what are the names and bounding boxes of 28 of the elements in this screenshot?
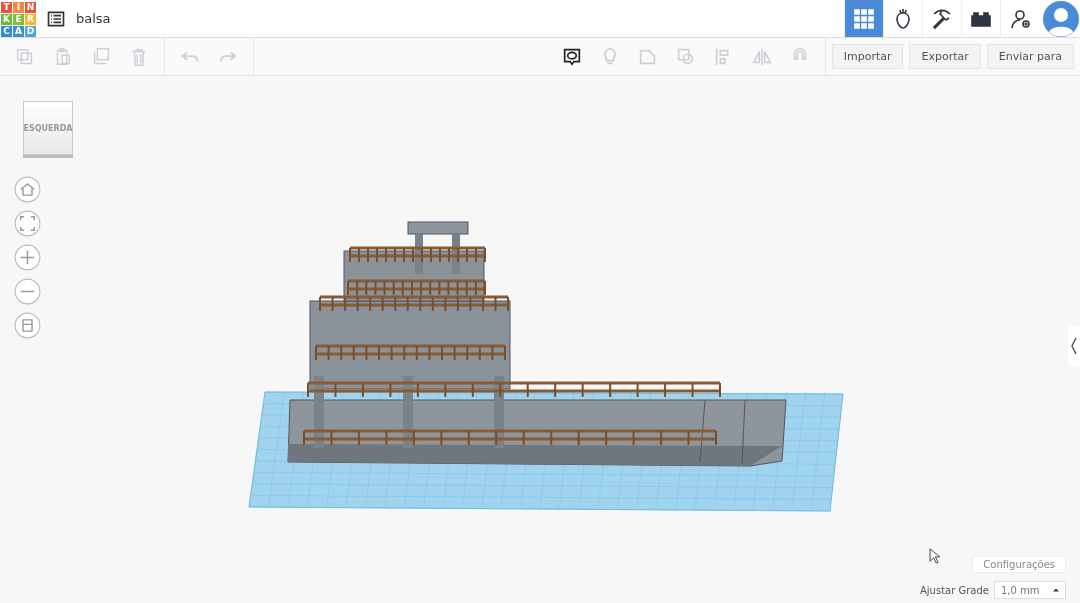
- logo-letter: R: [25, 13, 36, 25]
- zoom-in-icon[interactable]: [14, 244, 41, 271]
- action-button[interactable]: Enviar para: [986, 44, 1074, 69]
- logo-letter: N: [25, 1, 36, 13]
- zoom-out-icon[interactable]: [14, 278, 41, 305]
- home-icon[interactable]: [14, 176, 41, 203]
- snap-grid-dropdown[interactable]: 1,0 mm: [994, 581, 1066, 599]
- logo-letter: T: [1, 1, 12, 13]
- logo[interactable]: T I N K E R C A D: [1, 1, 36, 37]
- avatar-icon[interactable]: [1043, 0, 1079, 37]
- action-button[interactable]: Exportar: [909, 44, 981, 69]
- settings-button[interactable]: Configurações: [972, 556, 1066, 573]
- logo-letter: D: [25, 25, 36, 37]
- action-button[interactable]: Importar: [831, 44, 904, 69]
- logo-letter: C: [1, 25, 12, 37]
- grid-icon: [852, 6, 876, 31]
- mouse-cursor-icon: [929, 548, 940, 564]
- ortho-icon[interactable]: [14, 312, 41, 339]
- fit-icon[interactable]: [14, 210, 41, 237]
- design-title[interactable]: balsa: [76, 11, 111, 26]
- logo-letter: K: [1, 13, 12, 25]
- snap-grid-label: Ajustar Grade: [920, 584, 989, 596]
- chevron-icon[interactable]: [1068, 326, 1080, 366]
- logo-letter: I: [13, 1, 24, 13]
- logo-letter: A: [13, 25, 24, 37]
- caret-icon: [1053, 587, 1059, 593]
- logo-letter: E: [13, 13, 24, 25]
- grid-nav-button[interactable]: [844, 0, 883, 37]
